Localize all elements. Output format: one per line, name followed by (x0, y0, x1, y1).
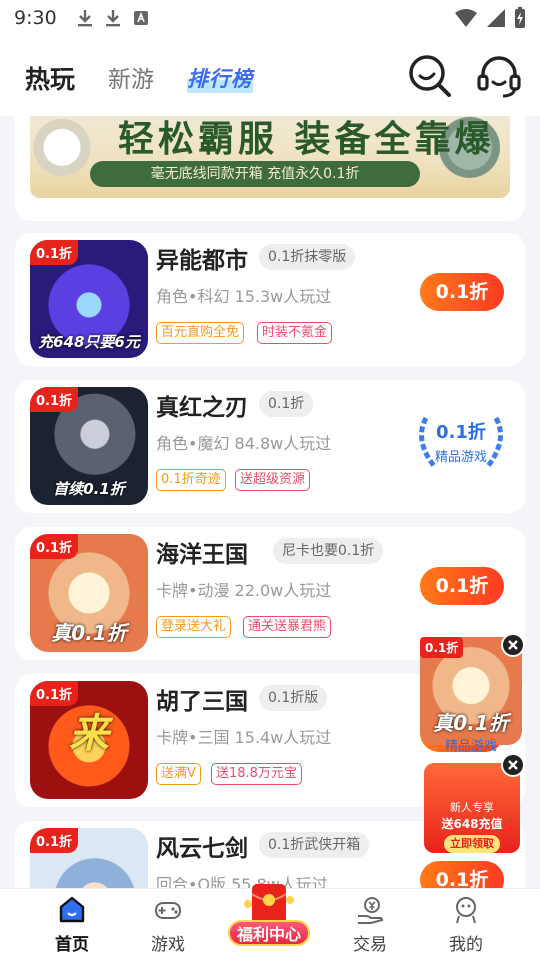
welfare-tag: 送满V (156, 763, 201, 785)
nav-home[interactable]: 首页 (24, 889, 120, 960)
game-tag: 0.1折 (259, 391, 314, 417)
app-notification-icon (133, 11, 148, 25)
welfare-tag: 登录送大礼 (156, 616, 232, 638)
nav-label: 我的 (449, 935, 483, 955)
promo-banner[interactable]: 轻松霸服 装备全靠爆 毫无底线同款开箱 充值永久0.1折 (30, 116, 510, 198)
nav-profile[interactable]: 我的 (418, 889, 514, 960)
nav-label: 交易 (353, 935, 387, 955)
status-bar: 9:30 (0, 0, 540, 36)
nav-games[interactable]: 游戏 (120, 889, 216, 960)
floating-ad-sub: 精品游戏 (444, 739, 497, 754)
game-meta: 卡牌•三国 15.4w人玩过 (156, 728, 332, 747)
tab-ranking[interactable]: 排行榜 (187, 63, 253, 93)
gift-line2: 送648充值 (441, 817, 503, 831)
icon-caption: 充648只要6元 (38, 333, 140, 351)
profile-icon (456, 897, 476, 924)
laurel-subtitle: 精品游戏 (434, 450, 487, 465)
welfare-tag: 送18.8万元宝 (211, 763, 302, 785)
welfare-tag: 送超级资源 (235, 469, 311, 491)
tab-hot[interactable]: 热玩 (25, 60, 75, 96)
game-tag: 0.1折抹零版 (259, 244, 356, 270)
close-icon (508, 760, 518, 770)
game-icon[interactable]: 0.1折 真0.1折 (30, 534, 148, 652)
welfare-tag: 百元直购全免 (156, 322, 245, 344)
game-name: 海洋王国 (156, 542, 248, 568)
close-ad-button[interactable] (501, 753, 525, 777)
game-card[interactable]: 0.1折 首续0.1折 真红之刃 0.1折 角色•魔幻 84.8w人玩过 0.1… (15, 380, 525, 513)
quality-game-badge[interactable]: 0.1折 精品游戏 (412, 408, 510, 478)
game-name: 胡了三国 (156, 689, 248, 715)
nav-trade[interactable]: 交易 (322, 889, 418, 960)
laurel-discount: 0.1折 (436, 422, 486, 443)
discount-badge: 0.1折 (30, 828, 79, 853)
icon-caption: 首续0.1折 (53, 480, 125, 498)
trade-icon (358, 897, 384, 924)
wifi-icon (455, 9, 477, 27)
promo-banner-card[interactable]: 轻松霸服 装备全靠爆 毫无底线同款开箱 充值永久0.1折 (15, 116, 525, 221)
discount-button[interactable]: 0.1折 (420, 861, 504, 888)
game-icon[interactable]: 0.1折 (30, 828, 148, 888)
discount-badge: 0.1折 (30, 534, 79, 559)
nav-label: 游戏 (151, 935, 185, 955)
welfare-center-button[interactable]: 福利中心 (222, 880, 316, 952)
discount-badge: 0.1折 (30, 240, 79, 265)
floating-ad-label: 真0.1折 (433, 711, 509, 735)
game-card[interactable]: 0.1折 充648只要6元 异能都市 0.1折抹零版 角色•科幻 15.3w人玩… (15, 233, 525, 366)
download-icon (77, 10, 92, 27)
nav-label: 首页 (55, 935, 89, 955)
game-meta: 角色•科幻 15.3w人玩过 (156, 287, 332, 306)
cell-signal-icon (487, 9, 505, 27)
gift-claim-button[interactable]: 立即领取 (444, 835, 500, 853)
game-tag: 0.1折武侠开箱 (259, 832, 370, 858)
banner-title: 轻松霸服 装备全靠爆 (118, 118, 495, 160)
gamepad-icon (155, 902, 181, 919)
top-header: 热玩 新游 排行榜 (0, 36, 540, 116)
welfare-center-label: 福利中心 (228, 920, 310, 946)
discount-button[interactable]: 0.1折 (420, 567, 504, 605)
welfare-tag: 时装不氪金 (257, 322, 333, 344)
game-name: 真红之刃 (156, 395, 248, 421)
download-icon (105, 10, 120, 27)
game-meta: 角色•魔幻 84.8w人玩过 (156, 434, 332, 453)
game-icon[interactable]: 0.1折 首续0.1折 (30, 387, 148, 505)
banner-subtitle: 毫无底线同款开箱 充值永久0.1折 (90, 161, 420, 187)
search-icon[interactable] (406, 52, 454, 100)
customer-service-icon[interactable] (475, 52, 523, 100)
discount-button[interactable]: 0.1折 (420, 273, 504, 311)
game-icon[interactable]: 0.1折 充648只要6元 (30, 240, 148, 358)
status-notification-icons (77, 9, 149, 27)
discount-badge: 0.1折 (30, 387, 79, 412)
icon-caption: 真0.1折 (51, 621, 127, 645)
tab-new-games[interactable]: 新游 (108, 60, 154, 94)
game-tag: 尼卡也要0.1折 (273, 538, 384, 564)
game-name: 异能都市 (156, 248, 248, 274)
game-name: 风云七剑 (156, 836, 248, 862)
close-icon (508, 640, 518, 650)
icon-caption: 来 (69, 711, 109, 757)
battery-charging-icon (515, 7, 525, 28)
welfare-tag: 0.1折奇迹 (156, 469, 226, 491)
game-tag: 0.1折版 (259, 685, 328, 711)
gift-line1: 新人专享 (450, 801, 494, 814)
home-icon (59, 896, 85, 923)
game-icon[interactable]: 0.1折 来 (30, 681, 148, 799)
welfare-tag: 通关送暴君熊 (243, 616, 332, 638)
close-ad-button[interactable] (501, 633, 525, 657)
game-meta: 卡牌•动漫 22.0w人玩过 (156, 581, 332, 600)
status-time: 9:30 (14, 7, 57, 29)
floating-ad-badge: 0.1折 (420, 637, 464, 658)
